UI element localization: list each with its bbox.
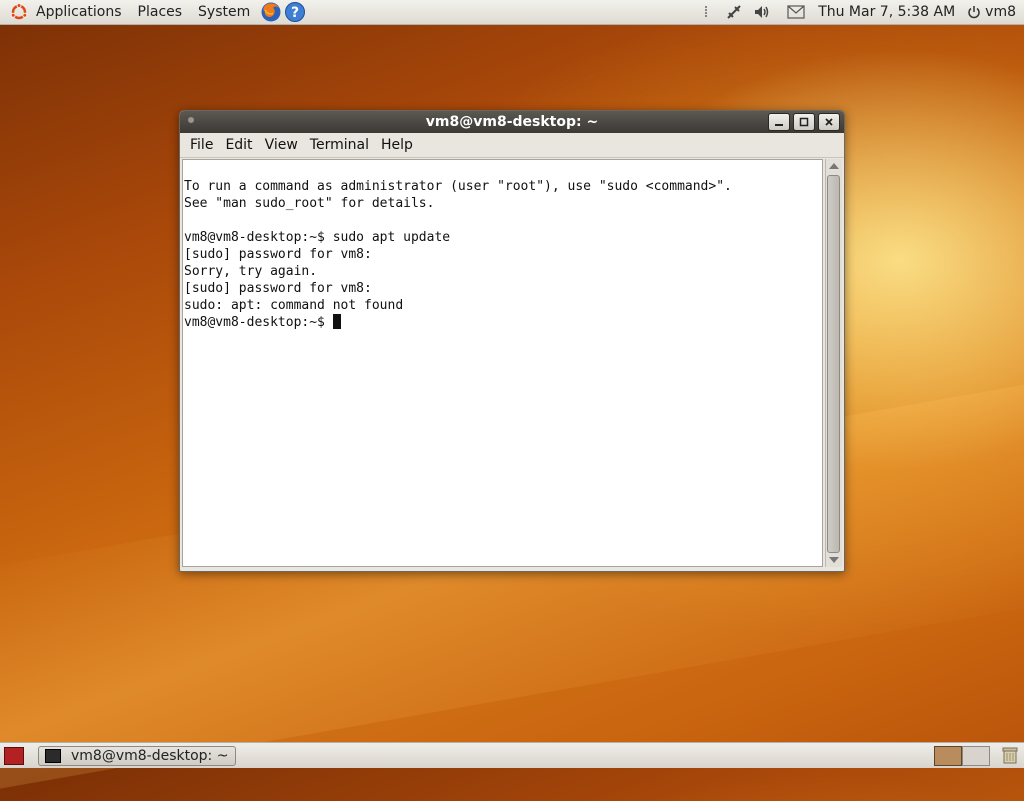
help-icon[interactable]: ? [284, 1, 306, 23]
svg-text:?: ? [291, 5, 299, 21]
window-menu-icon[interactable] [188, 117, 194, 123]
menu-applications[interactable]: Applications [28, 0, 130, 24]
close-button[interactable] [818, 113, 840, 131]
power-icon [968, 6, 980, 19]
menu-system[interactable]: System [190, 0, 258, 24]
trash-icon[interactable] [1000, 745, 1020, 765]
window-titlebar[interactable]: vm8@vm8-desktop: ~ [180, 111, 844, 133]
terminal-window: vm8@vm8-desktop: ~ File Edit View Termin… [179, 110, 845, 572]
terminal-icon [45, 748, 61, 763]
handle-icon [696, 2, 716, 22]
taskbar-item-terminal[interactable]: vm8@vm8-desktop: ~ [38, 745, 236, 766]
terminal-line: [sudo] password for vm8: [184, 247, 372, 262]
terminal-line: sudo: apt: command not found [184, 298, 404, 313]
minimize-button[interactable] [768, 113, 790, 131]
window-controls [768, 113, 840, 131]
scroll-thumb[interactable] [827, 175, 840, 553]
terminal-line: [sudo] password for vm8: [184, 281, 372, 296]
terminal-line: vm8@vm8-desktop:~$ sudo apt update [184, 230, 451, 245]
firefox-icon[interactable] [260, 1, 282, 23]
network-icon[interactable] [724, 2, 744, 22]
volume-icon[interactable] [752, 2, 772, 22]
bottom-panel: vm8@vm8-desktop: ~ [0, 742, 1024, 768]
window-menubar: File Edit View Terminal Help [180, 133, 844, 158]
scroll-up-icon[interactable] [829, 163, 839, 169]
menu-terminal[interactable]: Terminal [304, 137, 375, 153]
menu-view[interactable]: View [259, 137, 304, 153]
menu-places[interactable]: Places [130, 0, 191, 24]
menu-edit[interactable]: Edit [219, 137, 258, 153]
user-name: vm8 [985, 4, 1016, 20]
terminal-prompt-line[interactable]: vm8@vm8-desktop:~$ [184, 314, 822, 331]
workspace-switcher [934, 746, 990, 766]
user-menu[interactable]: vm8 [967, 4, 1016, 20]
terminal-line: To run a command as administrator (user … [184, 179, 732, 194]
terminal-line: See "man sudo_root" for details. [184, 196, 435, 211]
mail-icon[interactable] [786, 2, 806, 22]
taskbar-item-label: vm8@vm8-desktop: ~ [71, 747, 229, 764]
scroll-down-icon[interactable] [829, 557, 839, 563]
menu-file[interactable]: File [184, 137, 219, 153]
terminal-line: Sorry, try again. [184, 264, 318, 279]
notification-area: Thu Mar 7, 5:38 AM vm8 [692, 0, 1024, 24]
show-desktop-button[interactable] [4, 746, 24, 765]
text-cursor [332, 314, 341, 329]
terminal-output[interactable]: To run a command as administrator (user … [182, 159, 823, 567]
ubuntu-logo-icon[interactable] [10, 3, 28, 21]
workspace-2[interactable] [962, 746, 990, 766]
window-title: vm8@vm8-desktop: ~ [425, 114, 599, 130]
clock[interactable]: Thu Mar 7, 5:38 AM [818, 4, 955, 20]
top-panel: Applications Places System ? Thu Mar 7, … [0, 0, 1024, 25]
terminal-scrollbar[interactable] [825, 159, 842, 567]
terminal-prompt: vm8@vm8-desktop:~$ [184, 315, 333, 330]
maximize-button[interactable] [793, 113, 815, 131]
workspace-1[interactable] [934, 746, 962, 766]
menu-help[interactable]: Help [375, 137, 419, 153]
